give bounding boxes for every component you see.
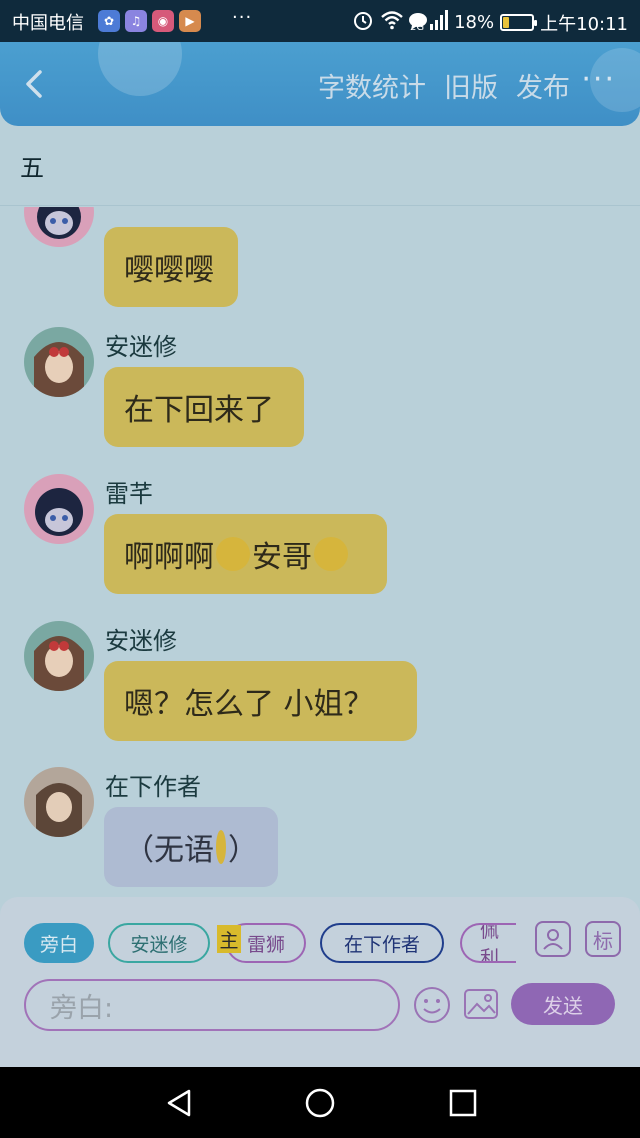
send-label: 发送	[543, 993, 583, 1018]
role-chip-author[interactable]: 在下作者	[320, 923, 444, 963]
message-text: （无语	[124, 833, 214, 868]
input-row: 旁白: 发送	[0, 979, 640, 1031]
role-chip-anmixiu[interactable]: 安迷修	[108, 923, 210, 963]
more-icon: ···	[581, 62, 616, 97]
network-type: 4G 2G	[409, 12, 425, 33]
image-icon	[464, 989, 498, 1019]
header-menu: 字数统计 旧版 发布	[318, 66, 570, 105]
role-selector: 旁白 安迷修 雷狮 主 在下作者 佩利 标	[0, 921, 640, 963]
message-bubble[interactable]: 在下回来了	[104, 367, 304, 447]
nav-back-button[interactable]	[163, 1087, 195, 1119]
avatar[interactable]	[24, 621, 94, 691]
avatar[interactable]	[24, 327, 94, 397]
status-bar: 中国电信 ✿ ♫ ◉ ▶ ··· 4G 2G 18% 上午10:11	[0, 0, 640, 42]
chat-message: 安迷修 嗯？怎么了 小姐？	[0, 619, 640, 749]
more-options-button[interactable]: ···	[581, 62, 616, 97]
role-chip-label: 雷狮	[246, 933, 285, 956]
chapter-title[interactable]: 五	[20, 148, 44, 183]
role-chip-label: 在下作者	[343, 933, 420, 956]
top-bar: 字数统计 旧版 发布 ···	[0, 42, 640, 126]
back-button[interactable]	[18, 64, 54, 104]
message-bubble[interactable]: 嘤嘤嘤	[104, 227, 238, 307]
nav-home-button[interactable]	[304, 1087, 336, 1119]
signal-icon	[430, 10, 449, 35]
message-text: 嗯？怎么了 小姐？	[124, 687, 374, 722]
speechless-emoji-icon	[216, 830, 226, 864]
decor-bubble	[98, 42, 182, 96]
publish-button[interactable]: 发布	[516, 66, 570, 105]
avatar[interactable]	[24, 767, 94, 837]
chat-list[interactable]: 嘤嘤嘤 安迷修 在下回来了 雷芊 啊啊啊 安哥 安迷修 嗯？怎么了 小姐？ 在下…	[0, 207, 640, 897]
old-version-button[interactable]: 旧版	[444, 66, 498, 105]
square-recents-icon	[449, 1089, 477, 1117]
notification-icons: ✿ ♫ ◉ ▶	[98, 10, 427, 32]
chapter-header: 五	[0, 126, 640, 206]
wifi-icon	[380, 10, 404, 35]
battery-percent: 18%	[454, 12, 495, 33]
sender-name: 安迷修	[105, 333, 177, 361]
tag-button[interactable]: 标	[585, 921, 621, 957]
avatar[interactable]	[24, 474, 94, 544]
battery-fill	[503, 17, 509, 28]
message-text: 安哥	[252, 540, 312, 575]
navigation-bar	[0, 1067, 640, 1138]
image-button[interactable]	[463, 986, 499, 1022]
clock: 上午10:11	[540, 13, 628, 35]
message-text: 在下回来了	[124, 393, 274, 428]
send-button[interactable]: 发送	[511, 983, 615, 1025]
chat-message: 安迷修 在下回来了	[0, 325, 640, 455]
smiley-icon	[414, 987, 450, 1023]
input-placeholder: 旁白:	[50, 992, 114, 1024]
message-text: 啊啊啊	[124, 540, 214, 575]
message-bubble[interactable]: （无语 ）	[104, 807, 278, 887]
role-chip-label: 佩利	[480, 923, 500, 963]
avatar[interactable]	[24, 207, 94, 247]
sender-name: 在下作者	[105, 773, 201, 801]
emoji-button[interactable]	[413, 986, 451, 1024]
message-bubble[interactable]: 嗯？怎么了 小姐？	[104, 661, 417, 741]
chat-message: 在下作者 （无语 ）	[0, 767, 640, 897]
battery-icon	[500, 14, 538, 31]
message-input[interactable]: 旁白:	[24, 979, 400, 1031]
message-text: 嘤嘤嘤	[124, 253, 214, 288]
role-chip-narration[interactable]: 旁白	[24, 923, 94, 963]
more-notifications: ···	[232, 7, 253, 28]
role-chip-label: 安迷修	[130, 933, 188, 956]
chat-message: 嘤嘤嘤	[0, 207, 640, 307]
person-icon	[543, 929, 563, 950]
alarm-icon	[352, 9, 374, 36]
message-text: ）	[228, 833, 258, 868]
carrier-label: 中国电信	[12, 13, 84, 34]
circle-home-icon	[305, 1088, 335, 1118]
host-badge: 主	[217, 925, 241, 953]
composer-panel: 旁白 安迷修 雷狮 主 在下作者 佩利 标 旁白: 发送	[0, 897, 640, 1067]
chevron-left-icon	[26, 70, 42, 98]
triangle-back-icon	[167, 1089, 191, 1117]
role-chip-label: 旁白	[39, 933, 78, 956]
sender-name: 雷芊	[105, 480, 153, 508]
crying-emoji-icon	[216, 537, 250, 571]
role-chip-peili[interactable]: 佩利	[460, 923, 516, 963]
crying-emoji-icon	[314, 537, 348, 571]
sender-name: 安迷修	[105, 627, 177, 655]
word-count-button[interactable]: 字数统计	[318, 66, 426, 105]
nav-recents-button[interactable]	[447, 1087, 479, 1119]
chat-message: 雷芊 啊啊啊 安哥	[0, 472, 640, 602]
status-right: 4G 2G 18% 上午10:11	[352, 9, 628, 36]
message-bubble[interactable]: 啊啊啊 安哥	[104, 514, 387, 594]
role-manage-button[interactable]	[535, 921, 571, 957]
tag-icon: 标	[593, 928, 613, 953]
